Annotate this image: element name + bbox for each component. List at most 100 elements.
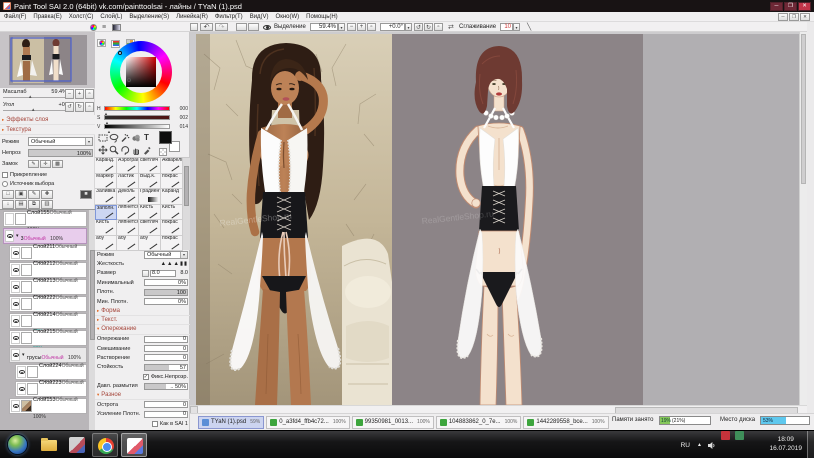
visibility-toggle[interactable] [5, 213, 14, 225]
brush-cell[interactable]: покрас [161, 174, 183, 190]
flip-icon[interactable]: ⇄ [448, 23, 454, 31]
doc-tab[interactable]: 104883862_0_7e...100% [436, 416, 522, 429]
scale-slider[interactable] [3, 97, 65, 98]
toolbar-spacer-button[interactable] [190, 23, 198, 31]
brush-cell[interactable]: Маркер [95, 174, 117, 190]
dilution-value-box[interactable]: 0 [144, 354, 188, 361]
doc-tab[interactable]: 99350981_0013...100% [352, 416, 434, 429]
zoom-tool[interactable] [108, 144, 119, 155]
layer-opacity-slider[interactable]: 100% [28, 149, 93, 157]
brush-cell[interactable]: Аэрограф [117, 158, 139, 174]
brush-cell[interactable]: покрас [161, 236, 183, 252]
layer-options-button[interactable]: ■ [80, 190, 92, 199]
chrome-taskbar-button[interactable] [92, 433, 118, 457]
selection-pen-tool[interactable] [130, 132, 141, 143]
color-wheel-tab[interactable] [97, 39, 106, 47]
scale-minus-button[interactable]: − [65, 89, 74, 99]
texture-section2[interactable]: ▸Текст. [95, 316, 190, 325]
size-value-box[interactable]: 8.0 [150, 270, 176, 277]
doc-tab-active[interactable]: TYaN (1).psd59% [198, 416, 264, 429]
zoom-dropdown-button[interactable]: ▾ [338, 23, 345, 31]
menu-file[interactable]: Файл(F) [4, 14, 26, 20]
misc-section[interactable]: ▾Разное [95, 391, 190, 400]
brush-cell[interactable]: светляч [139, 158, 161, 174]
sai1-row[interactable]: Как в SAI 1 [95, 419, 190, 428]
min-density-value-box[interactable]: 0% [144, 298, 188, 305]
layer-row-153[interactable]: Слой153Обычный 100% [9, 398, 87, 414]
zoom-out-button[interactable]: − [347, 23, 356, 31]
fix-opacity-row[interactable]: ✓ Фикс.Непрозр. [95, 372, 190, 381]
menu-canvas[interactable]: Холст(C) [69, 14, 94, 20]
fix-opacity-checkbox[interactable]: ✓ [143, 374, 149, 380]
zoom-reset-button[interactable]: ▫ [367, 23, 376, 31]
selection-source-row[interactable]: Источник выбора [0, 179, 95, 188]
angle-ccw-button[interactable]: ↺ [65, 102, 74, 112]
smoothing-dropdown-button[interactable]: ▾ [513, 23, 520, 31]
sharpness-value-box[interactable]: 0 [144, 401, 188, 408]
blur-pressure-slider[interactable]: .. 50% [144, 383, 188, 390]
layer-row-215[interactable]: Слой215Обычный 86% [9, 330, 87, 346]
layer-row-155[interactable]: Слой155Обычный 100% [3, 211, 87, 227]
brush-cell[interactable]: Ластик [117, 174, 139, 190]
value-slider[interactable] [104, 124, 170, 130]
brush-cell[interactable]: ляпнется [117, 220, 139, 236]
minimize-button[interactable]: ─ [770, 2, 783, 11]
folder-expand-icon[interactable]: ▾ [22, 352, 25, 358]
menu-edit[interactable]: Правка(E) [33, 14, 61, 20]
visibility-toggle[interactable] [11, 281, 20, 293]
shape-section[interactable]: ▸Форма [95, 306, 190, 315]
start-button[interactable] [7, 434, 28, 455]
brush-cell[interactable]: Кисть [161, 205, 183, 221]
scrollbar-thumb[interactable] [90, 250, 95, 340]
quick-color-wheel-icon[interactable] [90, 23, 97, 31]
size-unit-button[interactable] [142, 270, 149, 277]
brush-cell-selected[interactable]: заполн. [95, 205, 117, 221]
visibility-toggle[interactable] [5, 230, 14, 242]
doc-minimize-button[interactable]: ─ [778, 13, 788, 21]
brush-cell[interactable]: Деколь [117, 189, 139, 205]
menu-ruler[interactable]: Линейка(R) [176, 14, 208, 20]
menu-help[interactable]: Помощь(H) [306, 14, 338, 20]
menu-layer[interactable]: Слой(L) [100, 14, 122, 20]
visibility-toggle[interactable] [11, 400, 20, 412]
new-lineart-layer-button[interactable]: ✎ [28, 190, 40, 199]
rect-select-tool[interactable] [97, 132, 108, 143]
brush-grid-scrollbar[interactable] [183, 158, 190, 250]
delete-layer-button[interactable]: ▥ [41, 200, 53, 209]
merge-down-button[interactable]: ↓ [2, 200, 14, 209]
brush-cell[interactable]: Каранд. [95, 158, 117, 174]
angle-dropdown-button[interactable]: ▾ [405, 23, 412, 31]
sai1-checkbox[interactable] [152, 421, 158, 427]
brush-cell[interactable]: абу [95, 236, 117, 252]
eyedropper-tool[interactable] [141, 144, 152, 155]
rotate-cw-button[interactable]: ↻ [424, 23, 433, 31]
smoothing-value-box[interactable]: 10 [500, 23, 513, 31]
menu-view[interactable]: Вид(V) [250, 14, 269, 20]
clipping-checkbox[interactable] [2, 172, 8, 178]
undo-button[interactable]: ↶ [200, 23, 213, 31]
tray-language[interactable]: RU [681, 431, 690, 458]
quick-gradient-icon[interactable] [112, 23, 121, 31]
visibility-toggle[interactable] [11, 298, 20, 310]
brush-cell[interactable]: абу [139, 236, 161, 252]
density-boost-value-box[interactable]: 0 [144, 411, 188, 418]
volume-icon[interactable] [707, 431, 716, 458]
hue-slider[interactable] [104, 106, 170, 112]
min-size-value-box[interactable]: 0% [144, 279, 188, 286]
close-button[interactable]: ✕ [798, 2, 811, 11]
sai-taskbar-button[interactable] [64, 433, 90, 457]
selection-visibility-eye-icon[interactable] [263, 23, 271, 31]
brush-mode-dropdown[interactable]: Обычный▾ [144, 251, 188, 259]
angle-slider-marker[interactable]: ▲ [31, 107, 35, 112]
visibility-toggle[interactable] [17, 366, 26, 378]
scale-slider-marker[interactable]: ▲ [28, 94, 32, 99]
explorer-taskbar-button[interactable] [36, 433, 62, 457]
tray-expand-icon[interactable]: ▲ [697, 431, 702, 458]
brush-cell[interactable]: светляч [139, 220, 161, 236]
tray-app-icon[interactable] [735, 431, 744, 440]
texture-section[interactable]: ▸Текстура [0, 125, 95, 135]
saturation-value-square[interactable] [126, 57, 156, 87]
doc-close-button[interactable]: ✕ [800, 13, 810, 21]
visibility-toggle[interactable] [11, 247, 20, 259]
persistence-slider[interactable]: 57 [144, 364, 188, 371]
